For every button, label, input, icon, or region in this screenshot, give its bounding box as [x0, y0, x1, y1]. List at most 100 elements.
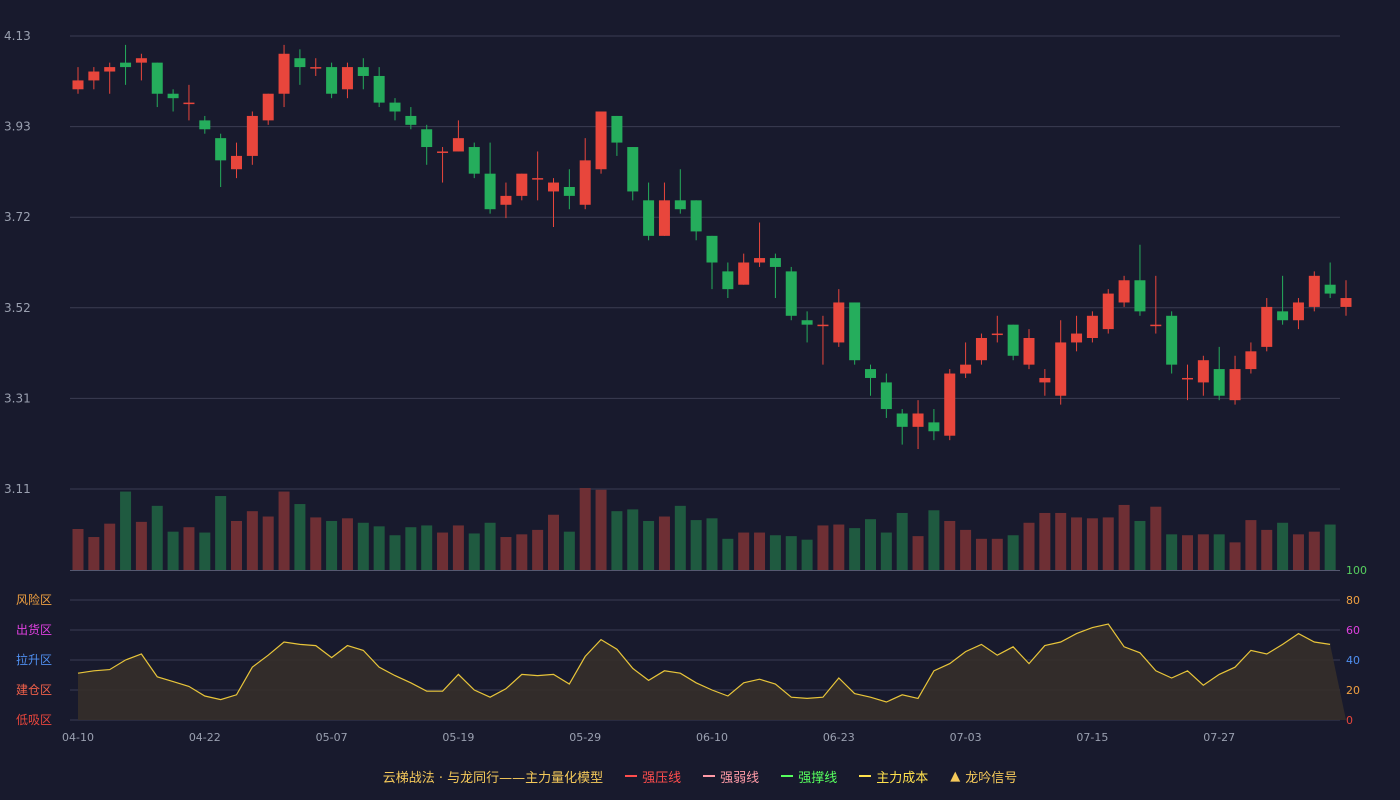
candle-body [1197, 360, 1209, 383]
volume-bar [1150, 506, 1162, 570]
solid-line-icon [781, 775, 794, 777]
candle-body [912, 413, 924, 427]
volume-bar [437, 532, 449, 570]
volume-bar [135, 521, 147, 570]
candle-body [706, 235, 718, 263]
volume-bar [658, 516, 670, 570]
legend-item-main-cost[interactable]: 主力成本 [859, 767, 928, 786]
volume-bar [104, 523, 116, 570]
candle-body [643, 200, 655, 236]
legend-item-strong-pressure[interactable]: 强压线 [625, 767, 681, 786]
legend-label: 强压线 [642, 770, 682, 786]
zone-label: 风险区 [16, 592, 52, 607]
candle-body [1261, 306, 1273, 347]
candle-body [1118, 280, 1130, 303]
candle-body [785, 271, 797, 316]
candle-body [231, 155, 242, 170]
candle-body [1086, 315, 1098, 338]
candle-body [151, 62, 163, 94]
candle-body [674, 200, 686, 210]
candle-body [326, 67, 338, 94]
volume-bar [627, 509, 639, 570]
candle-body [801, 320, 813, 325]
candle-body [928, 422, 940, 432]
candle-body [1150, 324, 1162, 327]
legend-item-strong-support[interactable]: 强撑线 [781, 767, 837, 786]
zone-label: 出货区 [16, 622, 52, 637]
candle-body [849, 302, 861, 361]
candle-body [421, 129, 433, 148]
indicator-area-fill [78, 624, 1346, 720]
date-tick-label: 07-03 [950, 731, 982, 744]
volume-bar [484, 522, 496, 570]
volume-bar [643, 520, 655, 570]
volume-bar [326, 520, 338, 570]
candle-body [516, 173, 528, 196]
stock-chart: 4.13 3.93 3.72 3.52 3.31 3.11 100 80 60 40 20 0 风… [4, 29, 1367, 744]
volume-bar [896, 512, 908, 570]
date-tick-label: 05-07 [316, 731, 348, 744]
volume-bar [1292, 534, 1304, 570]
volume-bar [468, 533, 480, 570]
volume-bar [722, 538, 734, 570]
candle-body [389, 102, 401, 112]
volume-bar [817, 525, 829, 570]
candle-body [769, 258, 781, 267]
volume-bar [120, 491, 132, 570]
candle-body [1023, 338, 1035, 365]
volume-bar [1071, 517, 1083, 570]
candle-body [278, 53, 290, 94]
dashed-line-icon [859, 775, 872, 777]
volume-bar [706, 518, 718, 570]
candle-body [960, 364, 972, 374]
candle-body [722, 271, 734, 290]
candle-body [183, 102, 195, 105]
candle-body [199, 120, 211, 130]
volume-bar [1197, 534, 1209, 570]
indicator-tick-label: 80 [1346, 594, 1360, 607]
price-tick-label: 4.13 [4, 29, 31, 43]
volume-bar [532, 529, 544, 570]
date-tick-label: 06-10 [696, 731, 728, 744]
indicator-area [77, 623, 1346, 720]
indicator-tick-label: 60 [1346, 624, 1360, 637]
candle-body [1340, 298, 1352, 307]
volume-bar [421, 525, 433, 570]
volume-bar [1023, 522, 1035, 570]
legend-item-dragon-signal[interactable]: ▲ 龙吟信号 [950, 767, 1017, 786]
volume-bar [975, 538, 987, 570]
volume-bar [199, 532, 211, 570]
candle-body [658, 200, 670, 236]
date-tick-label: 04-22 [189, 731, 221, 744]
volume-bar [928, 510, 940, 570]
candle-body [548, 182, 559, 192]
price-tick-label: 3.31 [4, 391, 31, 405]
price-tick-label: 3.72 [4, 210, 31, 224]
candle-body [611, 115, 623, 143]
candle-body [1213, 369, 1225, 396]
candle-body [865, 369, 876, 378]
volume-bar [294, 504, 306, 570]
candle-body [1055, 342, 1067, 396]
legend-item-strength[interactable]: 强弱线 [703, 767, 759, 786]
volume-bar [579, 488, 591, 570]
candle-body [341, 67, 353, 90]
price-tick-label: 3.93 [4, 120, 31, 134]
volume-bar [548, 514, 559, 570]
candle-body [817, 324, 829, 327]
indicator-tick-label: 20 [1346, 684, 1360, 697]
volume-bar [1245, 520, 1257, 570]
legend-label: 龙吟信号 [965, 770, 1018, 786]
candle-body [833, 302, 845, 343]
price-grid [70, 35, 1340, 571]
candle-body [1308, 275, 1320, 307]
volume-bar [738, 532, 750, 570]
chart-legend: 云梯战法 · 与龙同行——主力量化模型 强压线 强弱线 强撑线 主力成本 ▲ 龙… [0, 766, 1400, 786]
candle-body [880, 382, 892, 410]
candle-body [579, 160, 591, 205]
indicator-tick-label: 100 [1346, 564, 1367, 577]
candle-body [738, 262, 750, 285]
volume-bar [151, 505, 163, 570]
candle-body [500, 195, 512, 205]
volume-bar [246, 511, 258, 570]
